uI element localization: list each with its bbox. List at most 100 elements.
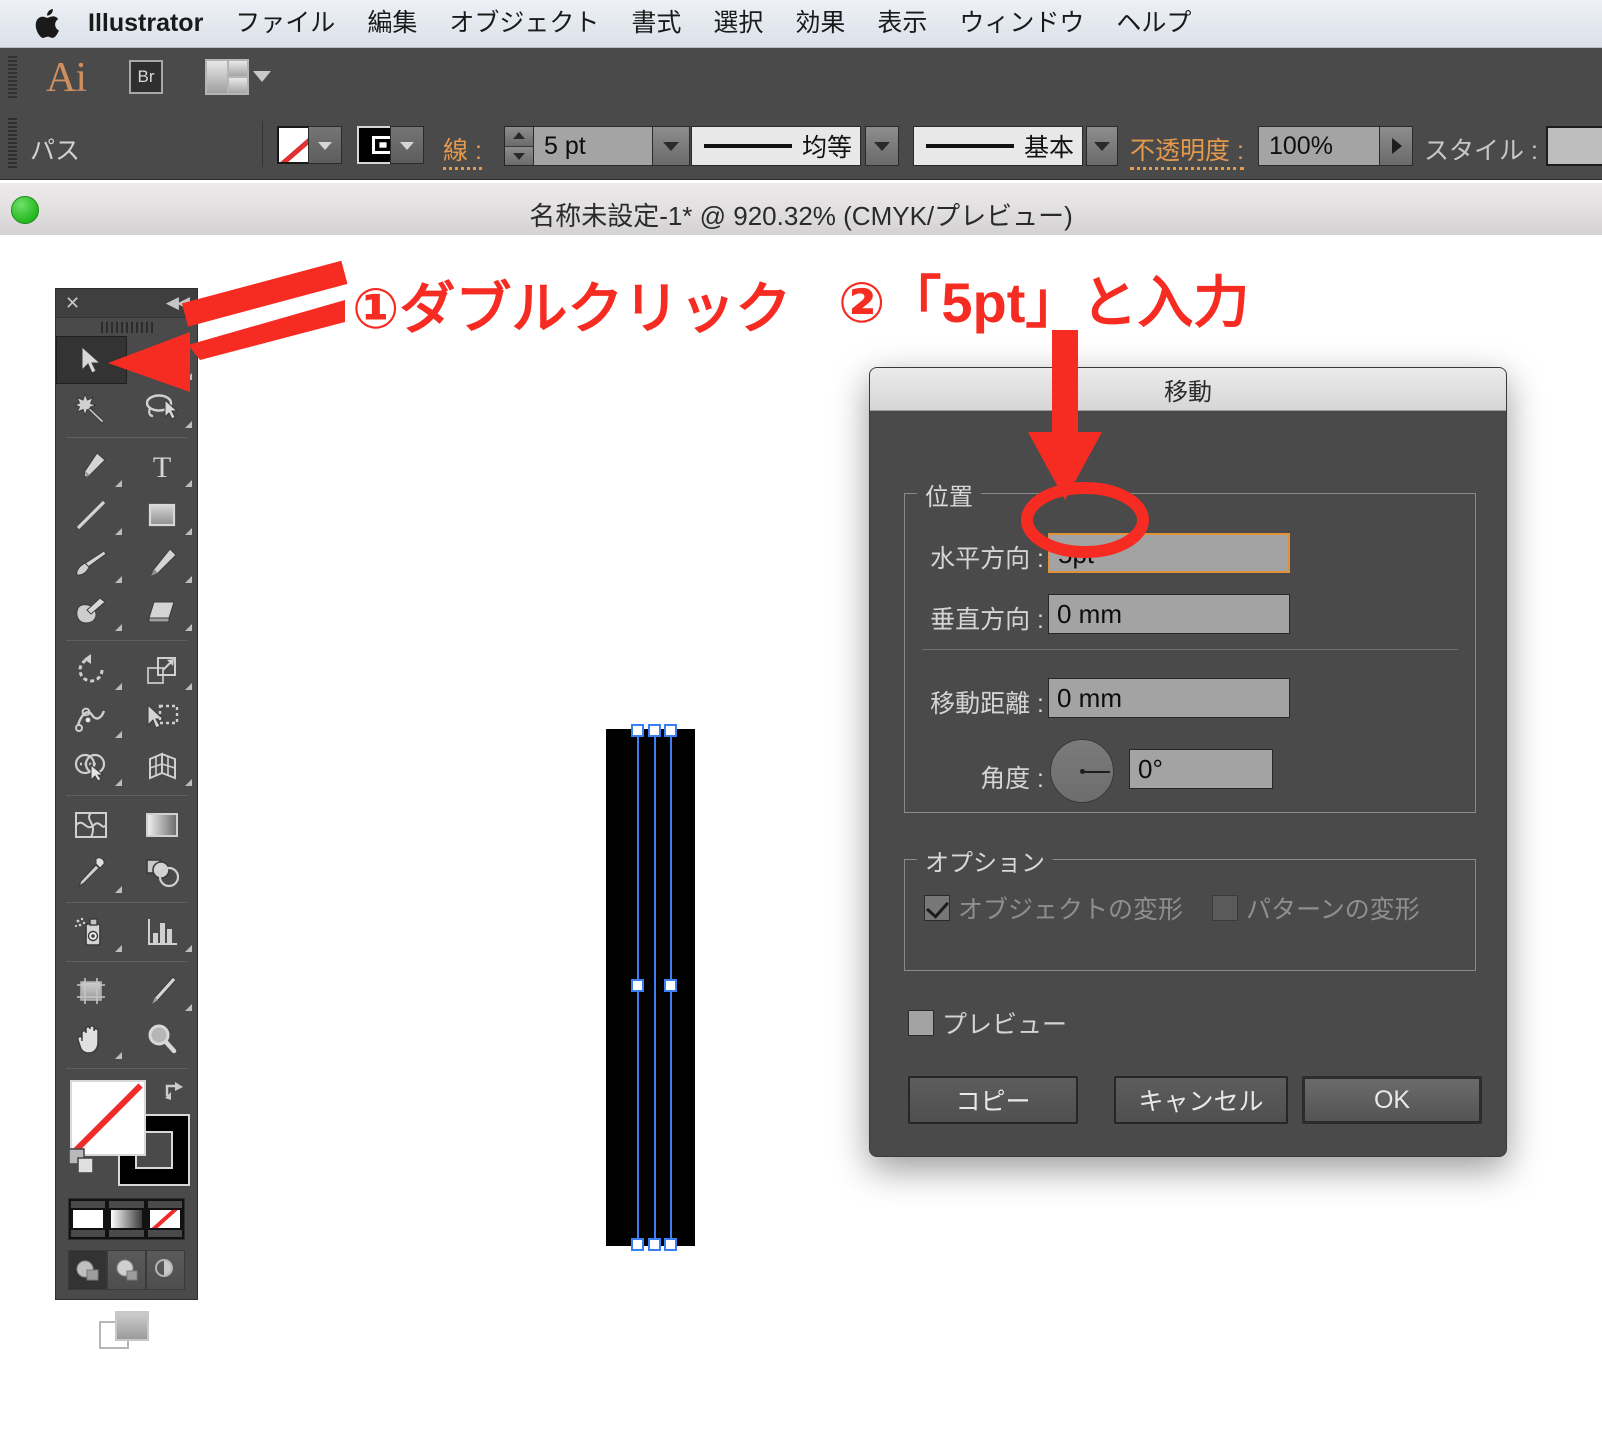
bridge-button[interactable]: Br (129, 60, 163, 94)
draw-behind-button[interactable] (107, 1250, 146, 1290)
free-transform-tool[interactable] (127, 694, 198, 742)
stroke-dropdown[interactable] (390, 126, 424, 164)
stroke-weight-input[interactable]: 5 pt (533, 126, 653, 166)
anchor-point[interactable] (648, 724, 661, 737)
graphic-style-swatch[interactable] (1546, 126, 1602, 166)
menu-item-illustrator[interactable]: Illustrator (88, 11, 219, 36)
stroke-profile-select[interactable]: 均等 (691, 126, 861, 166)
menu-item-file[interactable]: ファイル (219, 11, 351, 36)
angle-dial[interactable] (1050, 739, 1114, 803)
menu-item-effect[interactable]: 効果 (779, 11, 861, 36)
brush-definition-dropdown[interactable] (1086, 126, 1118, 166)
zoom-tool[interactable] (127, 1015, 198, 1063)
anchor-point[interactable] (631, 724, 644, 737)
fill-dropdown[interactable] (308, 126, 342, 164)
opacity-flyout-arrow[interactable] (1379, 126, 1413, 166)
tool-flyout-arrow[interactable] (185, 576, 192, 583)
tool-flyout-arrow[interactable] (185, 373, 192, 380)
transform-pattern-checkbox[interactable] (1212, 895, 1238, 921)
tool-flyout-arrow[interactable] (114, 779, 122, 786)
tool-flyout-arrow[interactable] (185, 945, 192, 952)
gradient-tool[interactable] (127, 801, 198, 849)
control-bar-grip[interactable] (8, 118, 17, 170)
menu-item-view[interactable]: 表示 (861, 11, 943, 36)
width-tool[interactable] (56, 694, 127, 742)
symbol-sprayer-tool[interactable] (56, 908, 127, 956)
stroke-weight-stepper[interactable] (504, 126, 534, 166)
pen-tool[interactable] (56, 443, 127, 491)
perspective-grid-tool[interactable] (127, 742, 198, 790)
line-segment-tool[interactable] (56, 491, 127, 539)
tool-flyout-arrow[interactable] (114, 886, 122, 893)
tool-flyout-arrow[interactable] (185, 528, 192, 535)
apple-logo-icon[interactable] (34, 8, 60, 39)
blend-tool[interactable] (127, 849, 198, 897)
color-swatch-button[interactable] (69, 1199, 108, 1239)
anchor-point[interactable] (664, 1238, 677, 1251)
draw-normal-button[interactable] (68, 1250, 107, 1290)
tool-flyout-arrow[interactable] (185, 421, 192, 428)
anchor-point[interactable] (664, 724, 677, 737)
eyedropper-tool[interactable] (56, 849, 127, 897)
tool-flyout-arrow[interactable] (185, 624, 192, 631)
lasso-tool[interactable] (127, 384, 198, 432)
tools-panel-drag-handle[interactable] (56, 318, 197, 336)
copy-button[interactable]: コピー (908, 1076, 1078, 1124)
transform-pattern-checkbox-row[interactable]: パターンの変形 (1212, 890, 1420, 926)
preview-checkbox-row[interactable]: プレビュー (908, 1005, 1067, 1041)
direct-selection-tool[interactable] (127, 336, 198, 384)
draw-inside-button[interactable] (146, 1250, 185, 1290)
tool-flyout-arrow[interactable] (185, 1004, 192, 1011)
menu-item-edit[interactable]: 編集 (351, 11, 433, 36)
horizontal-input[interactable]: 5pt (1048, 533, 1290, 573)
selection-tool[interactable] (56, 336, 127, 384)
app-bar-grip[interactable] (8, 56, 17, 100)
tool-flyout-arrow[interactable] (185, 480, 192, 487)
path-line-2[interactable] (654, 731, 656, 1245)
tool-flyout-arrow[interactable] (185, 779, 192, 786)
stroke-weight-dropdown[interactable] (652, 126, 690, 166)
type-tool[interactable]: T (127, 443, 198, 491)
vertical-input[interactable]: 0 mm (1048, 594, 1290, 634)
artwork-black-bar[interactable] (606, 729, 695, 1246)
tool-flyout-arrow[interactable] (114, 576, 122, 583)
menu-item-select[interactable]: 選択 (697, 11, 779, 36)
magic-wand-tool[interactable] (56, 384, 127, 432)
workspace-switcher-icon[interactable] (205, 59, 249, 95)
screen-mode-icon[interactable] (98, 1308, 156, 1359)
gradient-swatch-button[interactable] (107, 1199, 146, 1239)
tool-flyout-arrow[interactable] (114, 945, 122, 952)
tool-flyout-arrow[interactable] (185, 683, 192, 690)
artboard-tool[interactable] (56, 967, 127, 1015)
close-icon[interactable]: ✕ (65, 293, 80, 313)
shape-builder-tool[interactable] (56, 742, 127, 790)
column-graph-tool[interactable] (127, 908, 198, 956)
swap-fill-stroke-icon[interactable] (163, 1078, 189, 1102)
menu-item-object[interactable]: オブジェクト (433, 11, 615, 36)
tool-flyout-arrow[interactable] (114, 480, 122, 487)
tool-flyout-arrow[interactable] (114, 731, 122, 738)
cancel-button[interactable]: キャンセル (1114, 1076, 1288, 1124)
transform-object-checkbox-row[interactable]: オブジェクトの変形 (924, 890, 1183, 926)
distance-input[interactable]: 0 mm (1048, 678, 1290, 718)
menu-item-help[interactable]: ヘルプ (1100, 11, 1207, 36)
blob-brush-tool[interactable] (56, 587, 127, 635)
rotate-tool[interactable] (56, 646, 127, 694)
fill-color-swatch[interactable] (70, 1080, 146, 1156)
paintbrush-tool[interactable] (56, 539, 127, 587)
anchor-point[interactable] (631, 979, 644, 992)
anchor-point[interactable] (648, 1238, 661, 1251)
menu-item-window[interactable]: ウィンドウ (943, 11, 1100, 36)
hand-tool[interactable] (56, 1015, 127, 1063)
rectangle-tool[interactable] (127, 491, 198, 539)
anchor-point[interactable] (631, 1238, 644, 1251)
none-swatch-button[interactable] (145, 1199, 184, 1239)
angle-input[interactable]: 0° (1129, 749, 1273, 789)
default-fill-stroke-icon[interactable] (68, 1148, 96, 1176)
tool-flyout-arrow[interactable] (114, 683, 122, 690)
ok-button[interactable]: OK (1302, 1076, 1482, 1124)
stroke-profile-dropdown[interactable] (865, 126, 899, 166)
menu-item-type[interactable]: 書式 (615, 11, 697, 36)
transform-object-checkbox[interactable] (924, 895, 950, 921)
anchor-point[interactable] (664, 979, 677, 992)
